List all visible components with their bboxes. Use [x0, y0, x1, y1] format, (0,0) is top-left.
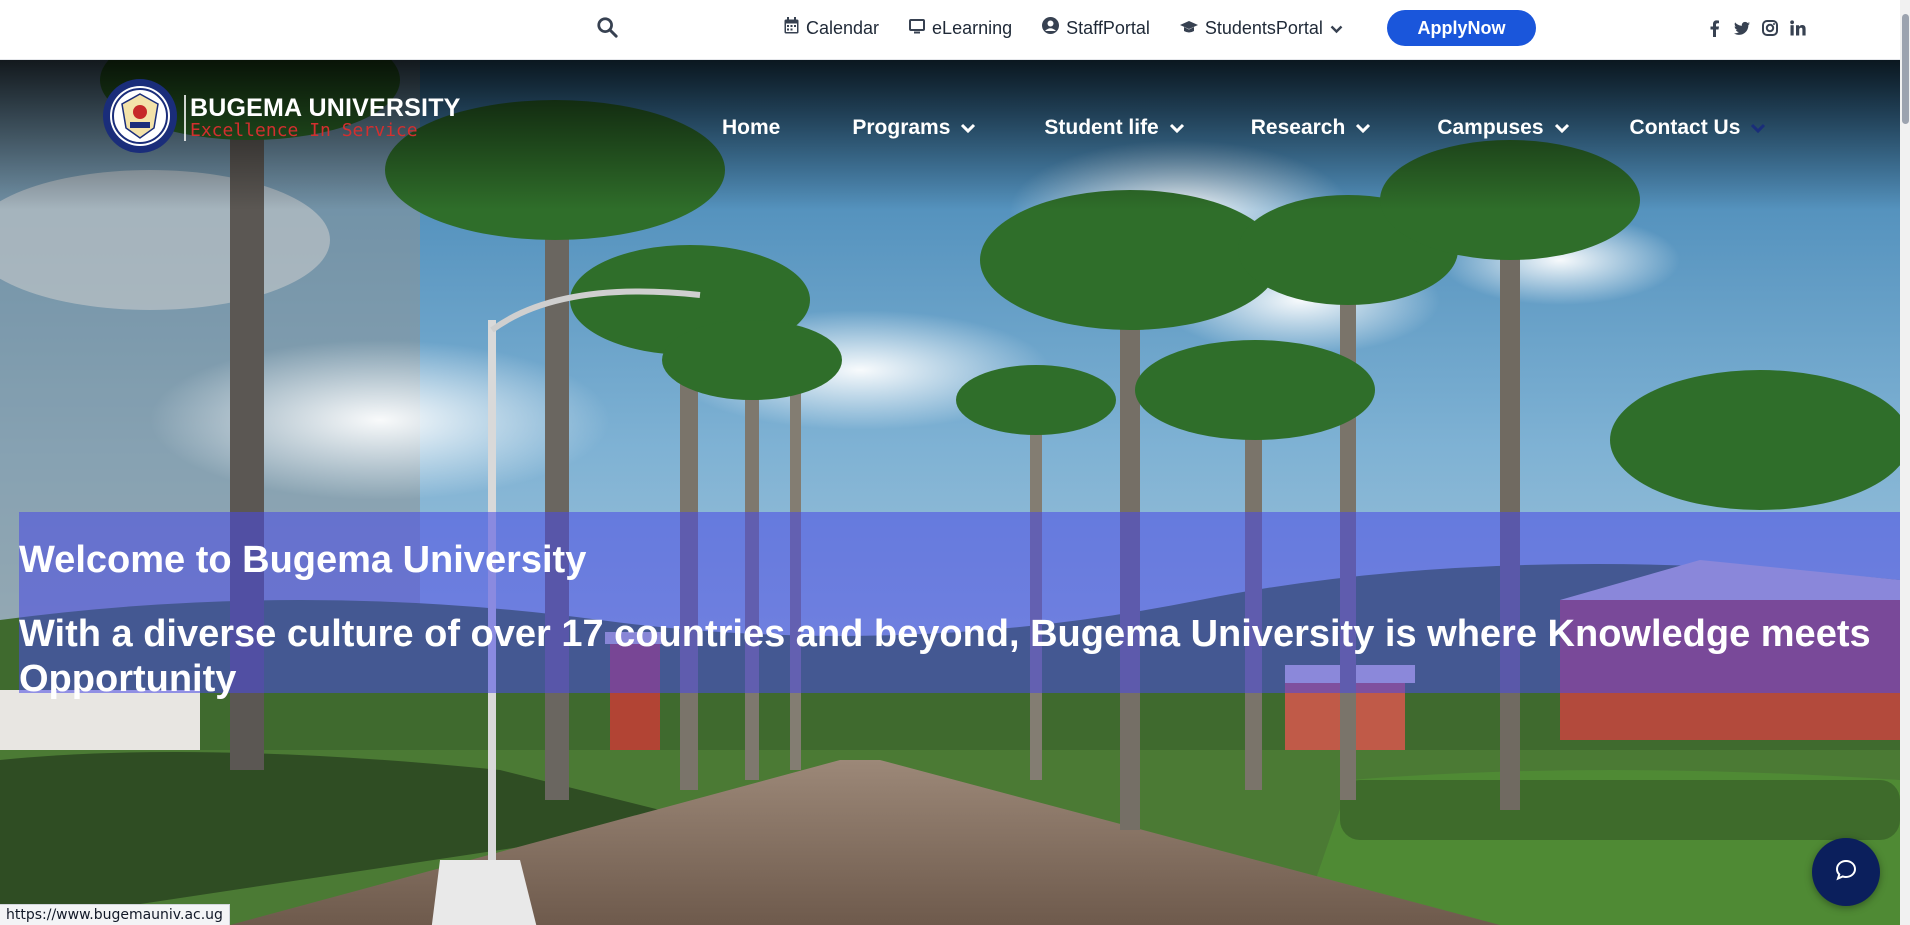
students-portal-link[interactable]: StudentsPortal: [1179, 17, 1343, 39]
nav-research-label: Research: [1250, 116, 1346, 139]
students-portal-link-label: StudentsPortal: [1204, 17, 1323, 38]
chevron-down-icon: [960, 116, 976, 140]
elearning-link[interactable]: eLearning: [909, 18, 1012, 39]
elearning-link-label: eLearning: [932, 17, 1013, 38]
search-button[interactable]: [592, 14, 622, 44]
chevron-down-icon: [1554, 116, 1570, 140]
nav-campuses[interactable]: Campuses: [1437, 116, 1569, 140]
staff-portal-link-label: StaffPortal: [1066, 17, 1150, 38]
nav-programs-label: Programs: [852, 116, 951, 139]
social-links: [1706, 14, 1806, 42]
chevron-down-icon: [1330, 18, 1343, 39]
nav-contact-us[interactable]: Contact Us: [1630, 116, 1767, 140]
hero-title: Welcome to Bugema University: [19, 539, 587, 581]
nav-student-life[interactable]: Student life: [1044, 116, 1184, 140]
university-name: BUGEMA UNIVERSITY: [190, 94, 461, 122]
nav-student-life-label: Student life: [1044, 116, 1159, 139]
welcome-banner: Welcome to Bugema University With a dive…: [19, 512, 1900, 700]
university-seal-icon: [102, 78, 178, 159]
instagram-icon[interactable]: [1762, 18, 1778, 38]
logo-wordmark: BUGEMA UNIVERSITY Excellence In Service: [184, 95, 461, 141]
calendar-link-label: Calendar: [806, 17, 880, 38]
calendar-link[interactable]: Calendar: [784, 17, 879, 39]
nav-home[interactable]: Home: [722, 116, 780, 140]
nav-contact-us-label: Contact Us: [1629, 116, 1741, 139]
staff-portal-link[interactable]: StaffPortal: [1042, 17, 1150, 39]
chat-bubble-icon: [1835, 859, 1857, 886]
chevron-down-icon: [1750, 116, 1766, 140]
calendar-icon: [784, 17, 799, 39]
page-scrollbar[interactable]: [1900, 0, 1910, 925]
hero-section: BUGEMA UNIVERSITY Excellence In Service …: [0, 60, 1900, 925]
main-navigation: Home Programs Student life Research Camp…: [722, 106, 1766, 150]
monitor-icon: [909, 18, 926, 39]
top-links: Calendar eLearning StaffPortal StudentsP…: [784, 0, 1343, 56]
graduation-cap-icon: [1179, 18, 1198, 39]
chat-widget-button[interactable]: [1812, 838, 1880, 906]
chevron-down-icon: [1355, 116, 1371, 140]
status-bar-url: https://www.bugemauniv.ac.ug: [0, 904, 230, 925]
top-utility-bar: Calendar eLearning StaffPortal StudentsP…: [0, 0, 1910, 60]
university-logo[interactable]: BUGEMA UNIVERSITY Excellence In Service: [102, 78, 461, 158]
university-tagline: Excellence In Service: [190, 120, 418, 141]
nav-campuses-label: Campuses: [1437, 116, 1544, 139]
scrollbar-thumb[interactable]: [1902, 14, 1909, 124]
nav-research[interactable]: Research: [1251, 116, 1372, 140]
nav-programs[interactable]: Programs: [852, 116, 976, 140]
user-circle-icon: [1042, 17, 1060, 39]
linkedin-icon[interactable]: [1790, 18, 1806, 38]
nav-home-label: Home: [722, 116, 781, 139]
search-icon: [596, 16, 618, 43]
facebook-icon[interactable]: [1706, 18, 1722, 38]
twitter-icon[interactable]: [1734, 18, 1750, 38]
hero-subtitle: With a diverse culture of over 17 countr…: [19, 613, 1871, 700]
apply-now-button[interactable]: ApplyNow: [1387, 10, 1536, 46]
chevron-down-icon: [1169, 116, 1185, 140]
